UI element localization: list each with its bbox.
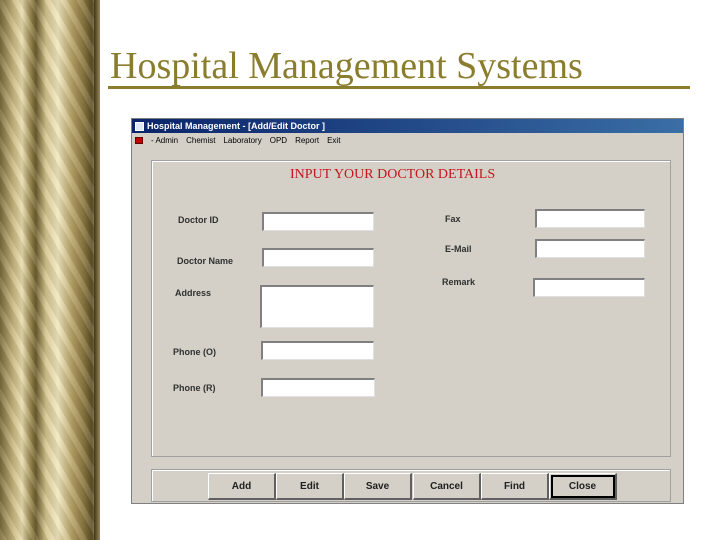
menu-item-opd[interactable]: OPD	[270, 136, 287, 145]
button-bar: Add Edit Save Cancel Find Close	[151, 469, 671, 502]
menu-bar: - Admin Chemist Laboratory OPD Report Ex…	[132, 133, 683, 147]
phone-residence-field[interactable]	[261, 378, 375, 397]
remark-label: Remark	[442, 277, 476, 287]
add-button[interactable]: Add	[208, 473, 276, 500]
save-button[interactable]: Save	[344, 473, 412, 500]
decorative-column	[0, 0, 100, 540]
menu-item-exit[interactable]: Exit	[327, 136, 340, 145]
menu-item-admin[interactable]: - Admin	[151, 136, 178, 145]
address-field[interactable]	[260, 285, 374, 328]
form-heading: INPUT YOUR DOCTOR DETAILS	[290, 167, 496, 182]
menu-item-chemist[interactable]: Chemist	[186, 136, 215, 145]
document-icon[interactable]	[135, 136, 143, 144]
app-window: Hospital Management - [Add/Edit Doctor ]…	[131, 118, 684, 504]
email-field[interactable]	[535, 239, 645, 258]
doctor-id-label: Doctor ID	[178, 215, 219, 225]
title-underline	[108, 86, 690, 89]
app-icon	[135, 121, 144, 131]
address-label: Address	[175, 288, 212, 298]
menu-item-laboratory[interactable]: Laboratory	[223, 136, 261, 145]
doctor-id-field[interactable]	[262, 212, 374, 231]
doctor-name-field[interactable]	[262, 248, 374, 267]
fax-field[interactable]	[535, 209, 645, 228]
remark-field[interactable]	[533, 278, 645, 297]
edit-button[interactable]: Edit	[276, 473, 344, 500]
column-edge	[94, 0, 100, 540]
find-button[interactable]: Find	[481, 473, 549, 500]
fax-label: Fax	[445, 214, 461, 224]
menu-item-report[interactable]: Report	[295, 136, 319, 145]
slide-title: Hospital Management Systems	[110, 45, 583, 87]
close-button[interactable]: Close	[549, 473, 617, 500]
email-label: E-Mail	[445, 244, 472, 254]
phone-office-field[interactable]	[261, 341, 374, 360]
doctor-form-panel: INPUT YOUR DOCTOR DETAILS Doctor ID Doct…	[151, 160, 671, 457]
doctor-name-label: Doctor Name	[177, 256, 234, 266]
phone-office-label: Phone (O)	[173, 347, 216, 357]
cancel-button[interactable]: Cancel	[413, 473, 481, 500]
phone-residence-label: Phone (R)	[173, 383, 216, 393]
window-title: Hospital Management - [Add/Edit Doctor ]	[147, 121, 326, 131]
window-titlebar[interactable]: Hospital Management - [Add/Edit Doctor ]	[132, 119, 683, 133]
